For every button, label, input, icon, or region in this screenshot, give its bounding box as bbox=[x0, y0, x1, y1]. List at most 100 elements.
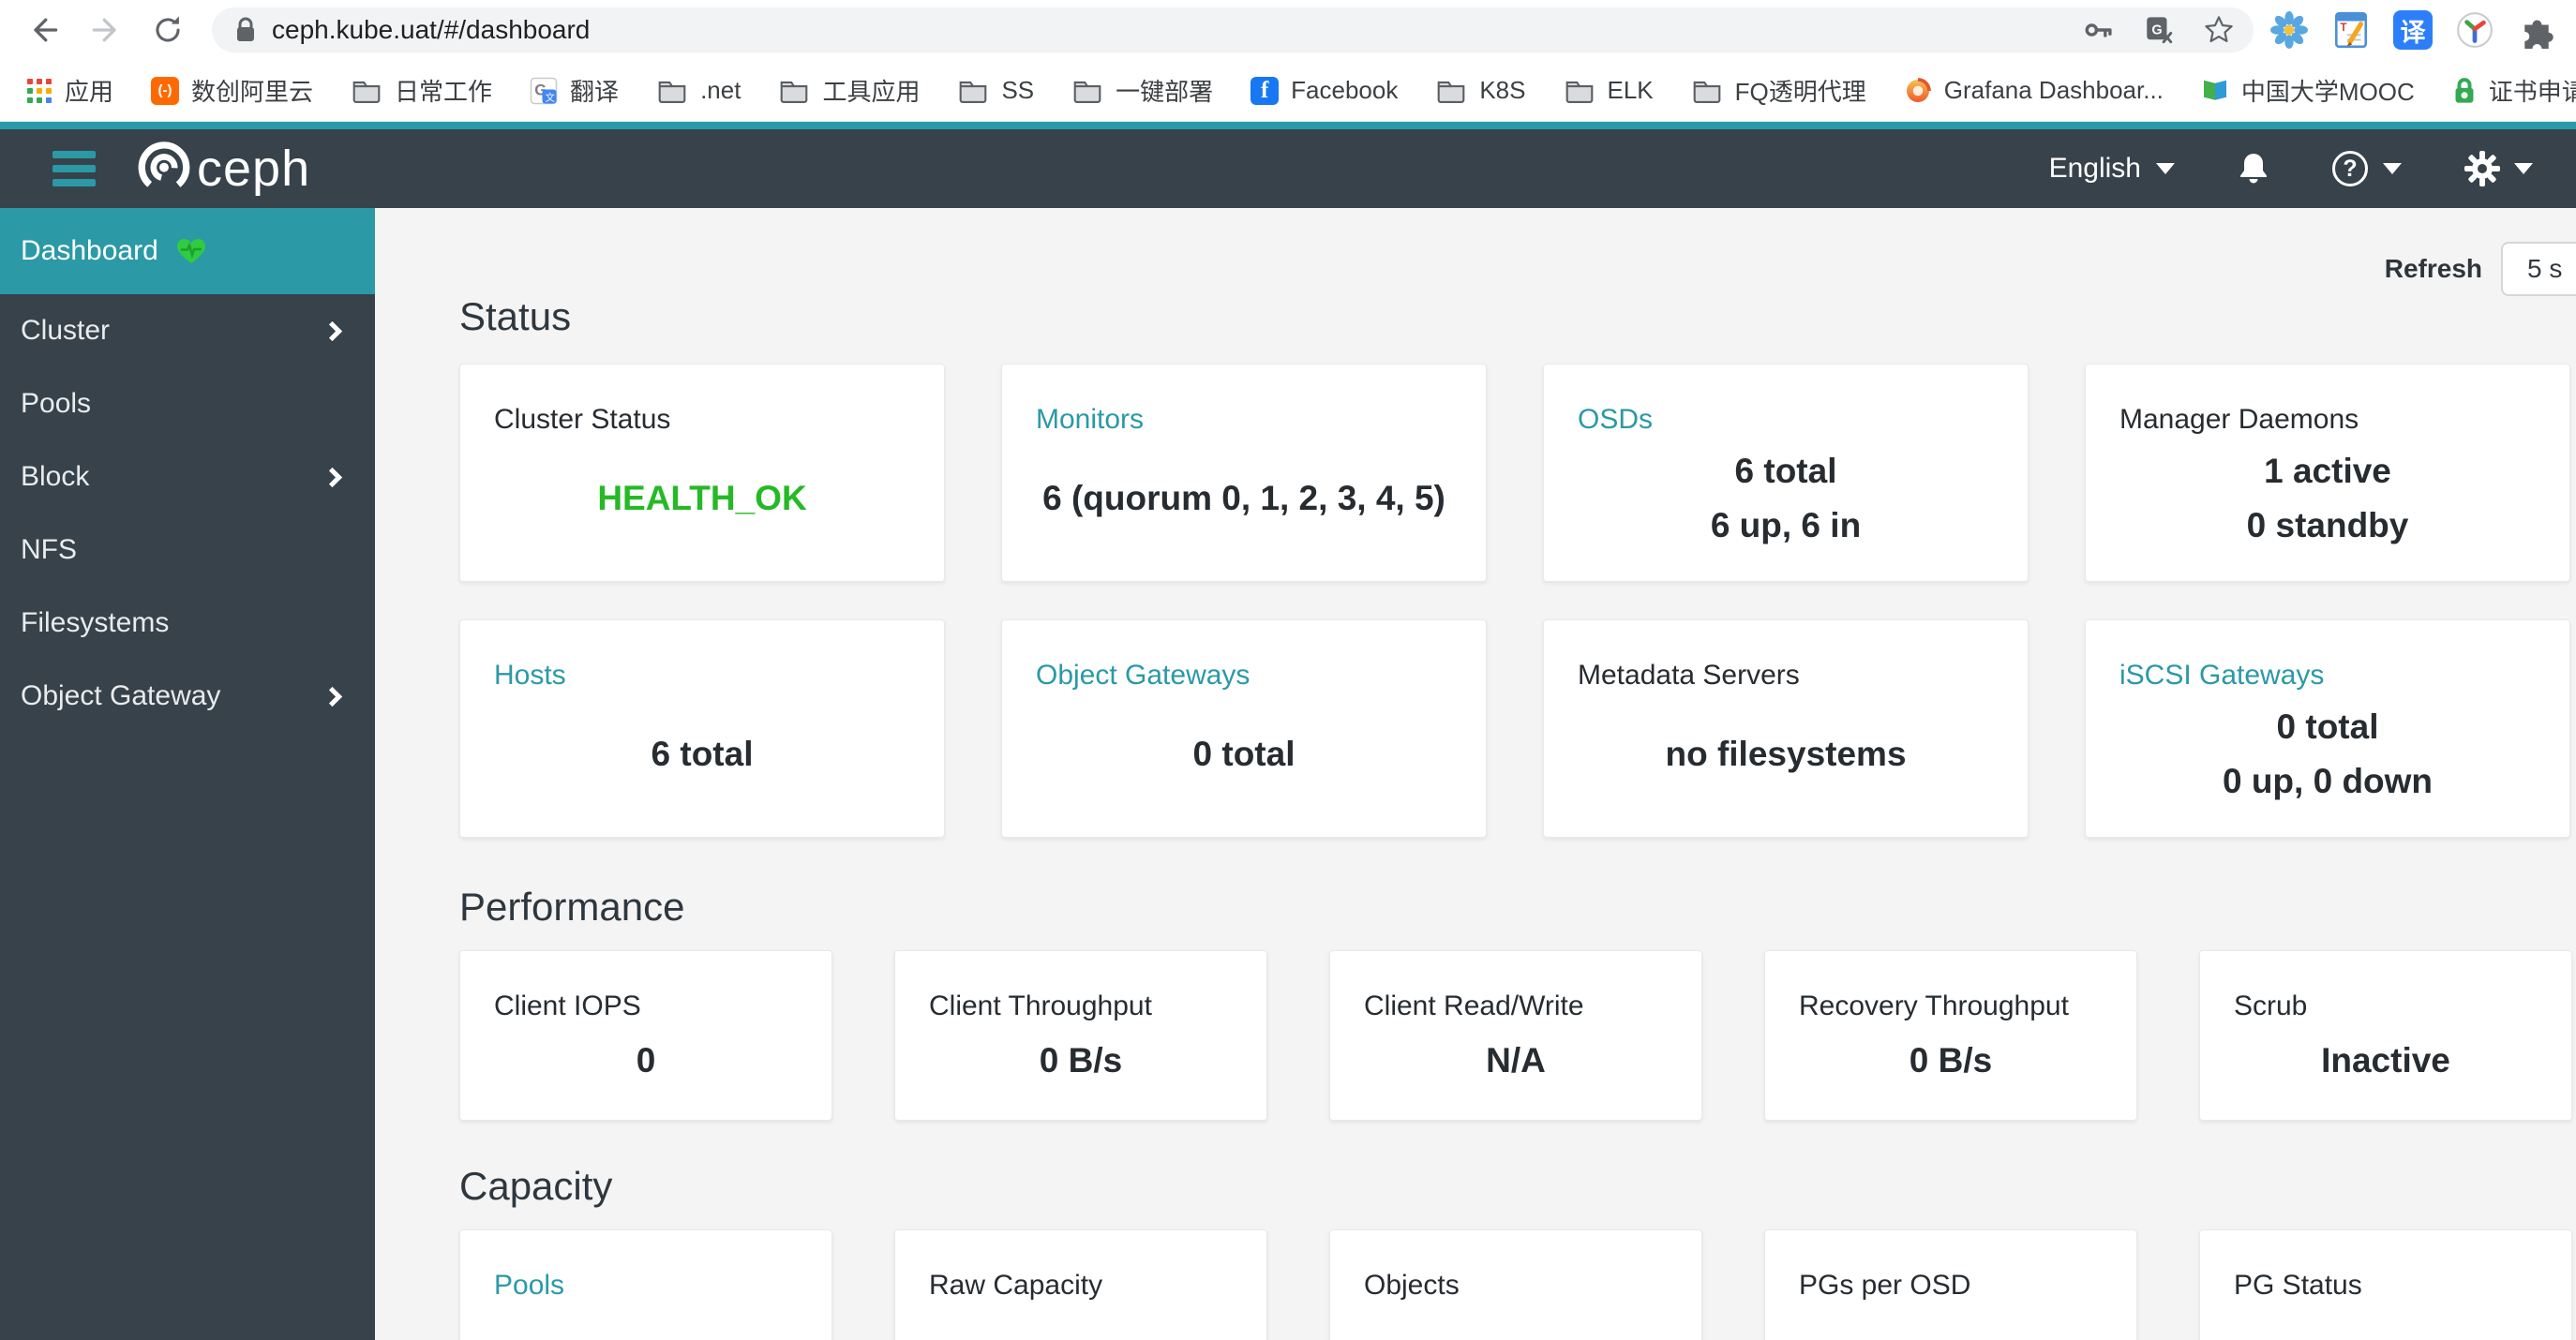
bookmark-item[interactable]: 应用 bbox=[26, 73, 113, 108]
card-title[interactable]: OSDs bbox=[1544, 365, 2028, 436]
grafana-icon bbox=[1904, 77, 1932, 105]
forward-button[interactable] bbox=[84, 8, 127, 52]
status-card: Hosts 6 total bbox=[459, 619, 945, 838]
refresh-label: Refresh bbox=[2384, 254, 2482, 283]
hamburger-menu-icon[interactable] bbox=[52, 151, 96, 186]
ceph-logo: ceph bbox=[133, 138, 310, 200]
card-title: Scrub bbox=[2234, 990, 2308, 1021]
bookmark-item[interactable]: 一键部署 bbox=[1071, 73, 1213, 108]
bookmark-item[interactable]: .net bbox=[656, 76, 741, 105]
bookmark-star-icon[interactable] bbox=[2203, 14, 2235, 46]
tab-manager-ext-icon[interactable] bbox=[2450, 6, 2499, 54]
bookmark-item[interactable]: 日常工作 bbox=[351, 73, 492, 108]
accent-top-line bbox=[0, 122, 2576, 129]
bookmark-item[interactable]: G文 翻译 bbox=[530, 73, 619, 108]
status-card: Monitors 6 (quorum 0, 1, 2, 3, 4, 5) bbox=[1001, 364, 1487, 582]
reload-button[interactable] bbox=[146, 8, 189, 52]
folder-icon bbox=[957, 78, 989, 104]
card-title[interactable]: Pools bbox=[460, 1230, 831, 1302]
sidebar-item[interactable]: Pools bbox=[0, 367, 375, 440]
sidebar-item[interactable]: Object Gateway bbox=[0, 660, 375, 733]
caret-down-icon bbox=[2156, 163, 2175, 174]
card-values: N/A bbox=[1330, 1022, 1701, 1120]
language-label: English bbox=[2048, 153, 2141, 184]
capacity-card: Raw Capacity bbox=[894, 1229, 1267, 1340]
sidebar-item[interactable]: Dashboard bbox=[0, 208, 375, 294]
card-value-line: 6 total bbox=[1734, 452, 1837, 491]
puzzle-ext-icon[interactable] bbox=[2512, 6, 2561, 54]
bookmark-label: Grafana Dashboar... bbox=[1943, 76, 2164, 104]
bookmark-item[interactable]: f Facebook bbox=[1251, 76, 1398, 105]
language-dropdown[interactable]: English bbox=[2049, 153, 2175, 185]
bookmark-label: .net bbox=[700, 76, 741, 104]
chevron-right-icon bbox=[322, 320, 343, 341]
bookmark-item[interactable]: 证书申请 - FreeSS... bbox=[2452, 73, 2576, 108]
card-title: Objects bbox=[1364, 1270, 1460, 1301]
extensions-area: T 译 bbox=[2265, 6, 2561, 54]
sidebar-item[interactable]: NFS bbox=[0, 514, 375, 587]
bell-icon[interactable] bbox=[2237, 150, 2270, 187]
card-value-line: 0 bbox=[636, 1041, 656, 1080]
yi-translate-ext-icon[interactable]: 译 bbox=[2389, 6, 2437, 54]
facebook-icon: f bbox=[1251, 76, 1280, 105]
bookmark-item[interactable]: FQ透明代理 bbox=[1691, 73, 1866, 108]
bookmark-label: 工具应用 bbox=[822, 78, 921, 106]
card-values: 6 total 6 up, 6 in bbox=[1544, 436, 2028, 581]
bookmark-item[interactable]: ELK bbox=[1564, 76, 1654, 105]
bookmark-item[interactable]: SS bbox=[957, 76, 1034, 105]
refresh-interval-select[interactable]: 5 s bbox=[2501, 242, 2576, 296]
forward-icon bbox=[92, 18, 116, 42]
sidebar-item-label: Filesystems bbox=[21, 607, 170, 638]
card-title: Raw Capacity bbox=[929, 1270, 1103, 1301]
bookmark-label: 一键部署 bbox=[1116, 78, 1214, 106]
sidebar-item-label: Object Gateway bbox=[21, 680, 221, 711]
notes-ext-icon[interactable]: T bbox=[2327, 6, 2375, 54]
sidebar-item[interactable]: Block bbox=[0, 440, 375, 514]
card-title[interactable]: iSCSI Gateways bbox=[2086, 620, 2569, 692]
bookmark-item[interactable]: 中国大学MOOC bbox=[2201, 73, 2415, 108]
sidebar-item-label: Block bbox=[21, 461, 90, 492]
settings-dropdown[interactable] bbox=[2464, 150, 2533, 187]
reload-icon bbox=[156, 16, 180, 42]
back-button[interactable] bbox=[22, 8, 66, 52]
sidebar-item-label: Dashboard bbox=[21, 235, 158, 266]
caret-down-icon bbox=[2383, 163, 2402, 174]
capacity-card-grid: Pools Raw Capacity Objects PGs per OSD P… bbox=[459, 1229, 2576, 1340]
address-bar[interactable]: ceph.kube.uat/#/dashboard G bbox=[212, 7, 2254, 52]
mooc-icon bbox=[2201, 79, 2229, 103]
translate-page-icon[interactable]: G bbox=[2143, 14, 2175, 46]
bookmark-label: ELK bbox=[1607, 76, 1654, 104]
card-value-line: Inactive bbox=[2321, 1041, 2450, 1080]
performance-card-grid: Client IOPS 0 Client Throughput 0 B/s Cl… bbox=[459, 950, 2576, 1121]
card-title[interactable]: Hosts bbox=[460, 620, 944, 692]
bookmark-item[interactable]: (-) 数创阿里云 bbox=[151, 73, 313, 108]
google-translate-icon: G文 bbox=[530, 77, 558, 105]
sidebar: Dashboard Cluster Pools Block NFS Filesy… bbox=[0, 208, 375, 1340]
status-card: Cluster Status HEALTH_OK bbox=[459, 364, 945, 582]
card-values: 0 B/s bbox=[1765, 1022, 2136, 1120]
card-value-line: 0 total bbox=[2276, 707, 2379, 747]
bookmark-item[interactable]: 工具应用 bbox=[778, 73, 920, 108]
card-title: Recovery Throughput bbox=[1799, 990, 2069, 1021]
card-title[interactable]: Monitors bbox=[1002, 365, 1486, 436]
bookmark-label: 数创阿里云 bbox=[191, 78, 314, 106]
sidebar-item[interactable]: Filesystems bbox=[0, 587, 375, 660]
url-text[interactable]: ceph.kube.uat/#/dashboard bbox=[272, 15, 2083, 45]
key-icon[interactable] bbox=[2083, 14, 2115, 46]
svg-text:T: T bbox=[2340, 22, 2346, 34]
help-dropdown[interactable]: ? bbox=[2332, 151, 2402, 186]
bookmark-item[interactable]: K8S bbox=[1435, 76, 1526, 105]
capacity-card: Pools bbox=[459, 1229, 832, 1340]
card-value-line: 0 total bbox=[1192, 734, 1295, 773]
status-card: iSCSI Gateways 0 total 0 up, 0 down bbox=[2085, 619, 2570, 838]
gear-icon bbox=[2464, 151, 2500, 186]
card-title[interactable]: Object Gateways bbox=[1002, 620, 1486, 692]
sidebar-item[interactable]: Cluster bbox=[0, 294, 375, 367]
card-values: 6 (quorum 0, 1, 2, 3, 4, 5) bbox=[1002, 436, 1486, 581]
bookmark-item[interactable]: Grafana Dashboar... bbox=[1904, 76, 2164, 105]
folder-icon bbox=[1564, 78, 1595, 104]
flower-ext-icon[interactable] bbox=[2265, 6, 2314, 54]
chevron-right-icon bbox=[322, 686, 343, 707]
performance-card: Client Throughput 0 B/s bbox=[894, 950, 1267, 1121]
green-lock-icon bbox=[2452, 77, 2477, 105]
